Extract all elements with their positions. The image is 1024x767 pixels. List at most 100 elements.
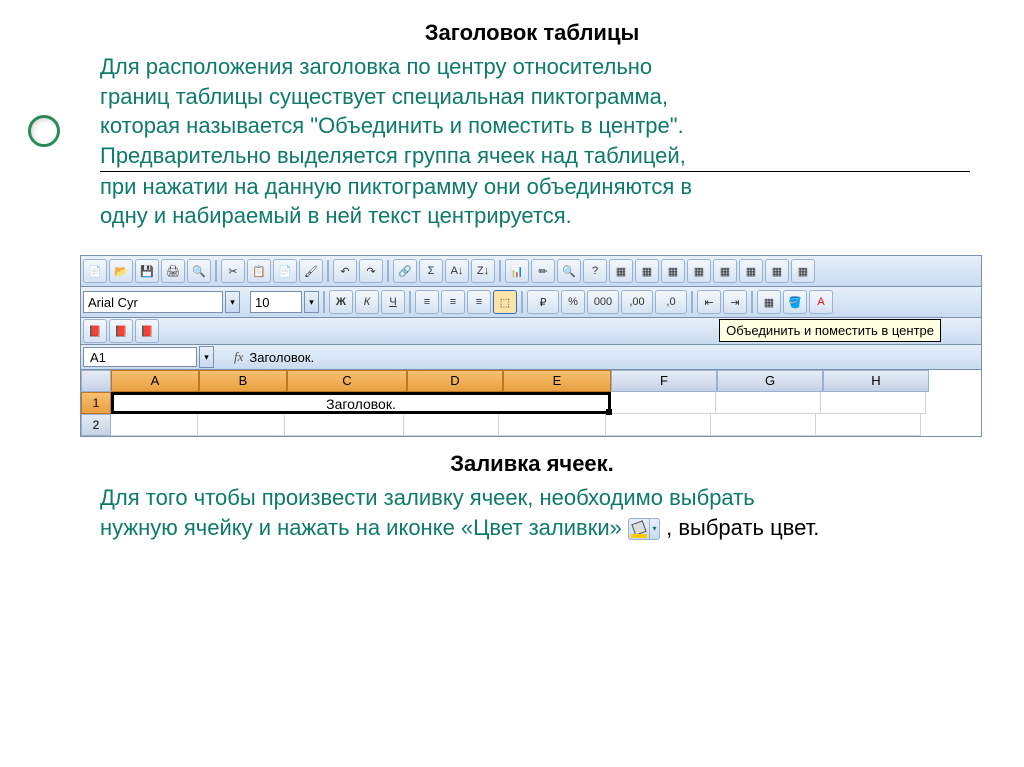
align-center-icon[interactable]: ≡ [441,290,465,314]
sort-desc-icon[interactable]: Z↓ [471,259,495,283]
font-color-icon[interactable]: A [809,290,833,314]
open-icon[interactable]: 📂 [109,259,133,283]
decrease-indent-icon[interactable]: ⇤ [697,290,721,314]
pdf-icon-1[interactable]: 📕 [83,319,107,343]
column-header-h[interactable]: H [823,370,929,392]
paragraph-2: Для того чтобы произвести заливку ячеек,… [100,483,964,542]
heading-fill: Заливка ячеек. [100,451,964,477]
link-icon[interactable]: 🔗 [393,259,417,283]
p1-line4: Предварительно выделяется группа ячеек н… [100,143,686,168]
cell[interactable] [285,414,404,436]
redo-icon[interactable]: ↷ [359,259,383,283]
separator [499,260,501,282]
cut-icon[interactable]: ✂ [221,259,245,283]
underline-button[interactable]: Ч [381,290,405,314]
name-box[interactable]: A1 [83,347,197,367]
cell[interactable] [198,414,285,436]
grid-row-2: 2 [81,414,981,436]
fx-label[interactable]: fx [234,349,243,365]
separator [215,260,217,282]
borders-icon[interactable]: ▦ [757,290,781,314]
help-icon[interactable]: ? [583,259,607,283]
spreadsheet-grid: ABCDEFGH 1 Заголовок. 2 [81,370,981,436]
p1-line6: одну и набираемый в ней текст центрирует… [100,203,572,228]
chart-icon[interactable]: 📊 [505,259,529,283]
cell[interactable] [404,414,499,436]
cell[interactable] [111,414,198,436]
separator [387,260,389,282]
decrease-decimal-button[interactable]: ,0 [655,290,687,314]
misc-icon-8[interactable]: ▦ [791,259,815,283]
paragraph-1: Для расположения заголовка по центру отн… [100,52,964,231]
separator [327,260,329,282]
misc-icon[interactable]: ▦ [609,259,633,283]
font-size-box[interactable]: 10 [250,291,302,313]
select-all-corner[interactable] [81,370,111,392]
increase-decimal-button[interactable]: ,00 [621,290,653,314]
namebox-dropdown-icon[interactable]: ▾ [199,346,214,368]
cell[interactable] [711,414,816,436]
formula-value[interactable]: Заголовок. [249,350,314,365]
standard-toolbar: 📄 📂 💾 🖨 🔍 ✂ 📋 📄 🖌 ↶ ↷ 🔗 Σ A↓ Z↓ 📊 ✏ 🔍 ? … [81,256,981,287]
sum-icon[interactable]: Σ [419,259,443,283]
cell[interactable] [821,392,926,414]
row-header-1[interactable]: 1 [81,392,111,414]
pdf-icon-2[interactable]: 📕 [109,319,133,343]
column-header-a[interactable]: A [111,370,199,392]
column-header-d[interactable]: D [407,370,503,392]
drawing-icon[interactable]: ✏ [531,259,555,283]
row-header-2[interactable]: 2 [81,414,111,436]
misc-icon-5[interactable]: ▦ [713,259,737,283]
sort-asc-icon[interactable]: A↓ [445,259,469,283]
align-left-icon[interactable]: ≡ [415,290,439,314]
preview-icon[interactable]: 🔍 [187,259,211,283]
format-painter-icon[interactable]: 🖌 [299,259,323,283]
misc-icon-4[interactable]: ▦ [687,259,711,283]
p2-tail: , выбрать цвет. [666,515,819,540]
undo-icon[interactable]: ↶ [333,259,357,283]
fill-color-inline-icon: ▾ [628,518,660,540]
cell[interactable] [611,392,716,414]
separator [691,291,693,313]
misc-icon-6[interactable]: ▦ [739,259,763,283]
column-header-g[interactable]: G [717,370,823,392]
misc-icon-7[interactable]: ▦ [765,259,789,283]
percent-button[interactable]: % [561,290,585,314]
column-header-e[interactable]: E [503,370,611,392]
merged-cell-a1e1[interactable]: Заголовок. [111,392,611,414]
cell[interactable] [716,392,821,414]
merge-center-button[interactable]: ⬚ [493,290,517,314]
currency-button[interactable]: ₽ [527,290,559,314]
cell[interactable] [499,414,606,436]
p1-line2: границ таблицы существует специальная пи… [100,84,668,109]
font-size-dropdown-icon[interactable]: ▾ [304,291,319,313]
pdf-icon-3[interactable]: 📕 [135,319,159,343]
new-icon[interactable]: 📄 [83,259,107,283]
formula-bar: A1 ▾ fx Заголовок. [81,345,981,370]
column-header-b[interactable]: B [199,370,287,392]
misc-icon-3[interactable]: ▦ [661,259,685,283]
column-header-f[interactable]: F [611,370,717,392]
font-name-dropdown-icon[interactable]: ▾ [225,291,240,313]
cell[interactable] [816,414,921,436]
thousands-button[interactable]: 000 [587,290,619,314]
bold-button[interactable]: Ж [329,290,353,314]
merge-tooltip: Объединить и поместить в центре [719,319,941,342]
separator [323,291,325,313]
save-icon[interactable]: 💾 [135,259,159,283]
misc-icon-2[interactable]: ▦ [635,259,659,283]
column-header-c[interactable]: C [287,370,407,392]
align-right-icon[interactable]: ≡ [467,290,491,314]
separator [521,291,523,313]
increase-indent-icon[interactable]: ⇥ [723,290,747,314]
cell[interactable] [606,414,711,436]
font-name-box[interactable]: Arial Cyr [83,291,223,313]
copy-icon[interactable]: 📋 [247,259,271,283]
paste-icon[interactable]: 📄 [273,259,297,283]
fill-color-icon[interactable]: 🪣 [783,290,807,314]
print-icon[interactable]: 🖨 [161,259,185,283]
column-headers: ABCDEFGH [81,370,981,392]
zoom-icon[interactable]: 🔍 [557,259,581,283]
italic-button[interactable]: К [355,290,379,314]
excel-screenshot: 📄 📂 💾 🖨 🔍 ✂ 📋 📄 🖌 ↶ ↷ 🔗 Σ A↓ Z↓ 📊 ✏ 🔍 ? … [80,255,982,437]
